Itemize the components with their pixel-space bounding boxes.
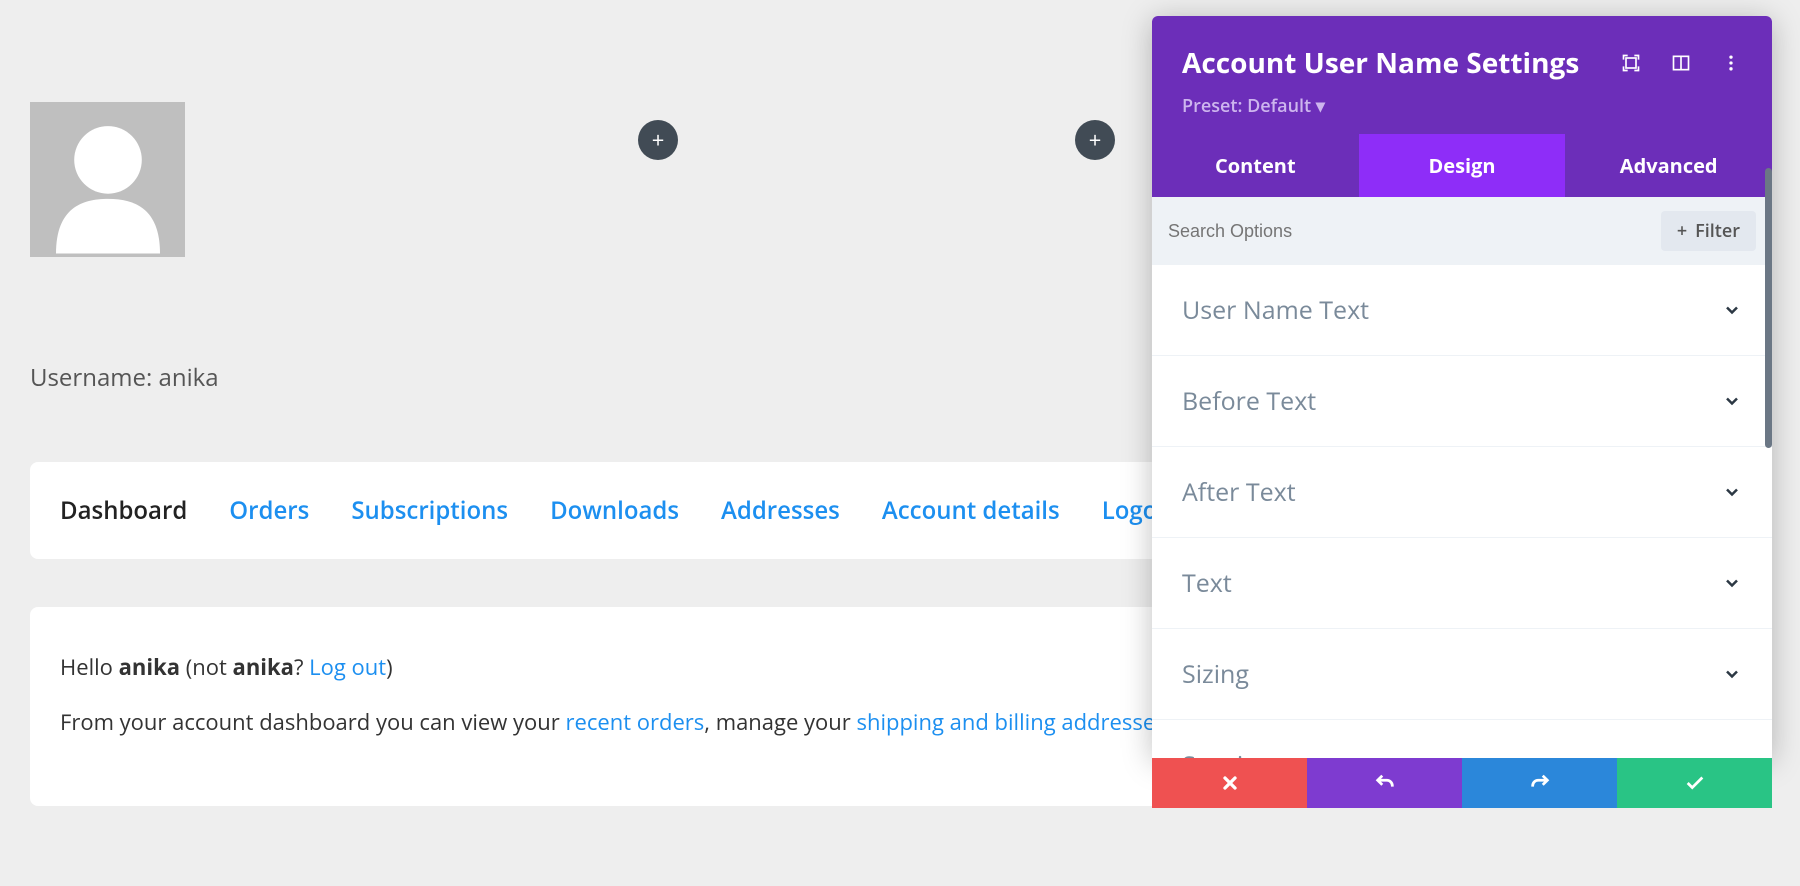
panel-header-icons (1620, 52, 1742, 74)
search-input[interactable] (1168, 221, 1488, 242)
plus-icon: + (652, 125, 665, 155)
shipping-addresses-link[interactable]: shipping and billing addresses (856, 707, 1165, 737)
chevron-down-icon (1722, 664, 1742, 684)
tab-dashboard[interactable]: Dashboard (60, 494, 187, 527)
kebab-menu-icon[interactable] (1720, 52, 1742, 74)
close-icon (1220, 773, 1240, 793)
redo-button[interactable] (1462, 758, 1617, 808)
tab-addresses[interactable]: Addresses (721, 494, 840, 527)
tab-subscriptions[interactable]: Subscriptions (351, 494, 508, 527)
plus-icon: + (1089, 125, 1102, 155)
section-after-text[interactable]: After Text (1152, 447, 1772, 538)
avatar-placeholder-icon (43, 107, 173, 257)
panel-title: Account User Name Settings (1182, 44, 1579, 82)
recent-orders-link[interactable]: recent orders (565, 707, 704, 737)
expand-icon[interactable] (1620, 52, 1642, 74)
redo-icon (1529, 772, 1551, 794)
username-value: anika (159, 361, 219, 394)
chevron-down-icon (1722, 482, 1742, 502)
panel-search-row: + Filter (1152, 197, 1772, 265)
panel-tabs: Content Design Advanced (1152, 134, 1772, 197)
panel-scrollbar-thumb[interactable] (1765, 168, 1772, 448)
section-before-text[interactable]: Before Text (1152, 356, 1772, 447)
preset-selector[interactable]: Preset: Default ▾ (1182, 94, 1742, 118)
settings-panel: Account User Name Settings Preset: Defau… (1152, 16, 1772, 758)
undo-button[interactable] (1307, 758, 1462, 808)
panel-footer (1152, 758, 1772, 808)
check-icon (1684, 772, 1706, 794)
panel-tab-design[interactable]: Design (1359, 134, 1566, 197)
undo-icon (1374, 772, 1396, 794)
chevron-down-icon (1722, 573, 1742, 593)
panel-options-list: User Name Text Before Text After Text Te… (1152, 265, 1772, 758)
username-prefix: Username: (30, 361, 159, 394)
avatar (30, 102, 185, 257)
plus-icon: + (1677, 219, 1687, 243)
panel-title-row: Account User Name Settings (1182, 44, 1742, 82)
tab-account-details[interactable]: Account details (882, 494, 1060, 527)
panel-header: Account User Name Settings Preset: Defau… (1152, 16, 1772, 134)
snap-icon[interactable] (1670, 52, 1692, 74)
save-button[interactable] (1617, 758, 1772, 808)
tab-orders[interactable]: Orders (229, 494, 309, 527)
page-root: + + Username: anika Dashboard Orders Sub… (0, 0, 1800, 886)
add-module-button-1[interactable]: + (638, 120, 678, 160)
section-sizing[interactable]: Sizing (1152, 629, 1772, 720)
logout-link[interactable]: Log out (309, 652, 386, 682)
caret-down-icon: ▾ (1316, 94, 1325, 118)
section-spacing[interactable]: Spacing (1152, 720, 1772, 758)
panel-tab-content[interactable]: Content (1152, 134, 1359, 197)
panel-tab-advanced[interactable]: Advanced (1565, 134, 1772, 197)
section-user-name-text[interactable]: User Name Text (1152, 265, 1772, 356)
add-module-button-2[interactable]: + (1075, 120, 1115, 160)
cancel-button[interactable] (1152, 758, 1307, 808)
filter-button[interactable]: + Filter (1661, 211, 1756, 251)
chevron-down-icon (1722, 300, 1742, 320)
tab-downloads[interactable]: Downloads (550, 494, 679, 527)
chevron-down-icon (1722, 391, 1742, 411)
section-text[interactable]: Text (1152, 538, 1772, 629)
